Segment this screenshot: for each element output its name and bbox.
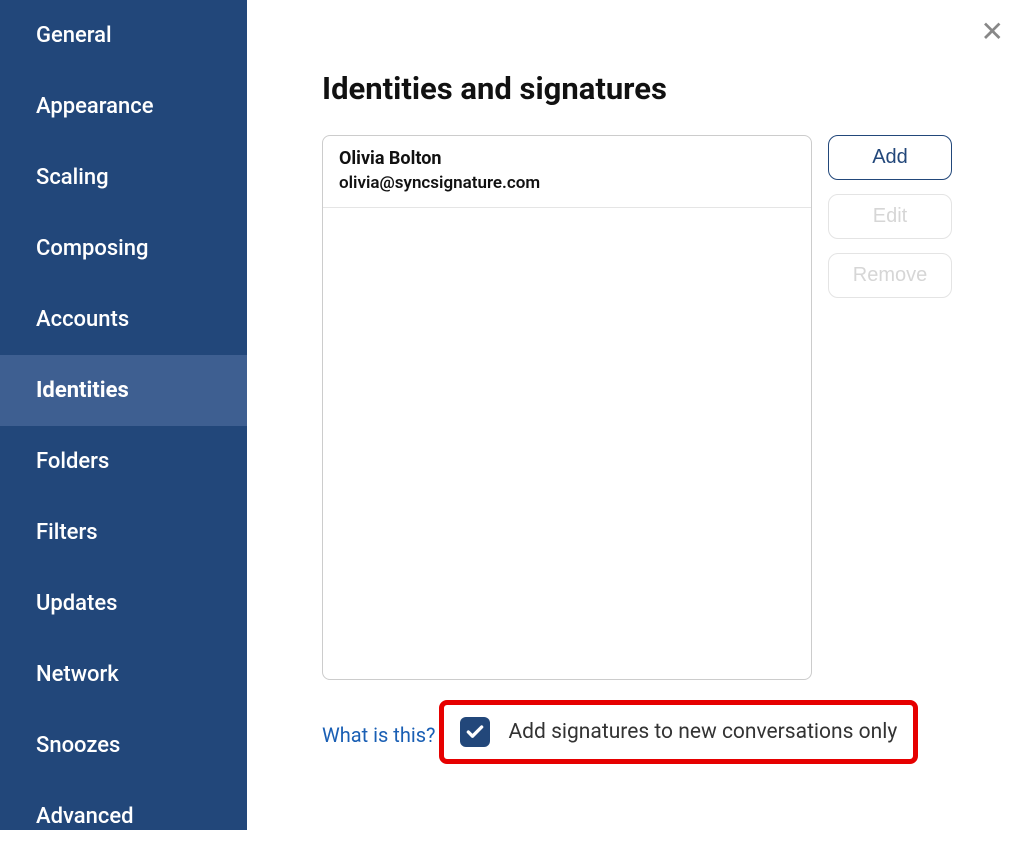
sidebar-item-appearance[interactable]: Appearance [0,71,247,142]
sidebar-item-scaling[interactable]: Scaling [0,142,247,213]
sidebar-item-general[interactable]: General [0,0,247,71]
check-icon [465,722,485,742]
sidebar-item-filters[interactable]: Filters [0,497,247,568]
sidebar-item-composing[interactable]: Composing [0,213,247,284]
main-panel: ✕ Identities and signatures Olivia Bolto… [247,0,1024,830]
sidebar-item-identities[interactable]: Identities [0,355,247,426]
identity-row[interactable]: Olivia Bolton olivia@syncsignature.com [323,136,811,208]
sidebar-item-network[interactable]: Network [0,639,247,710]
button-column: Add Edit Remove [828,135,952,298]
sidebar-item-accounts[interactable]: Accounts [0,284,247,355]
close-button[interactable]: ✕ [981,18,1004,46]
signatures-checkbox-label: Add signatures to new conversations only [508,720,897,744]
highlighted-option: Add signatures to new conversations only [439,700,918,764]
close-icon: ✕ [981,15,1004,48]
sidebar-item-snoozes[interactable]: Snoozes [0,710,247,781]
remove-button: Remove [828,253,952,298]
content-row: Olivia Bolton olivia@syncsignature.com A… [322,135,979,680]
sidebar-item-advanced[interactable]: Advanced [0,781,247,852]
sidebar-item-updates[interactable]: Updates [0,568,247,639]
signatures-checkbox[interactable] [460,717,490,747]
help-link[interactable]: What is this? [322,723,436,747]
edit-button: Edit [828,194,952,239]
identity-name: Olivia Bolton [339,148,795,169]
page-title: Identities and signatures [322,70,979,107]
add-button[interactable]: Add [828,135,952,180]
sidebar: General Appearance Scaling Composing Acc… [0,0,247,830]
sidebar-item-folders[interactable]: Folders [0,426,247,497]
identity-email: olivia@syncsignature.com [339,173,795,193]
identities-list[interactable]: Olivia Bolton olivia@syncsignature.com [322,135,812,680]
